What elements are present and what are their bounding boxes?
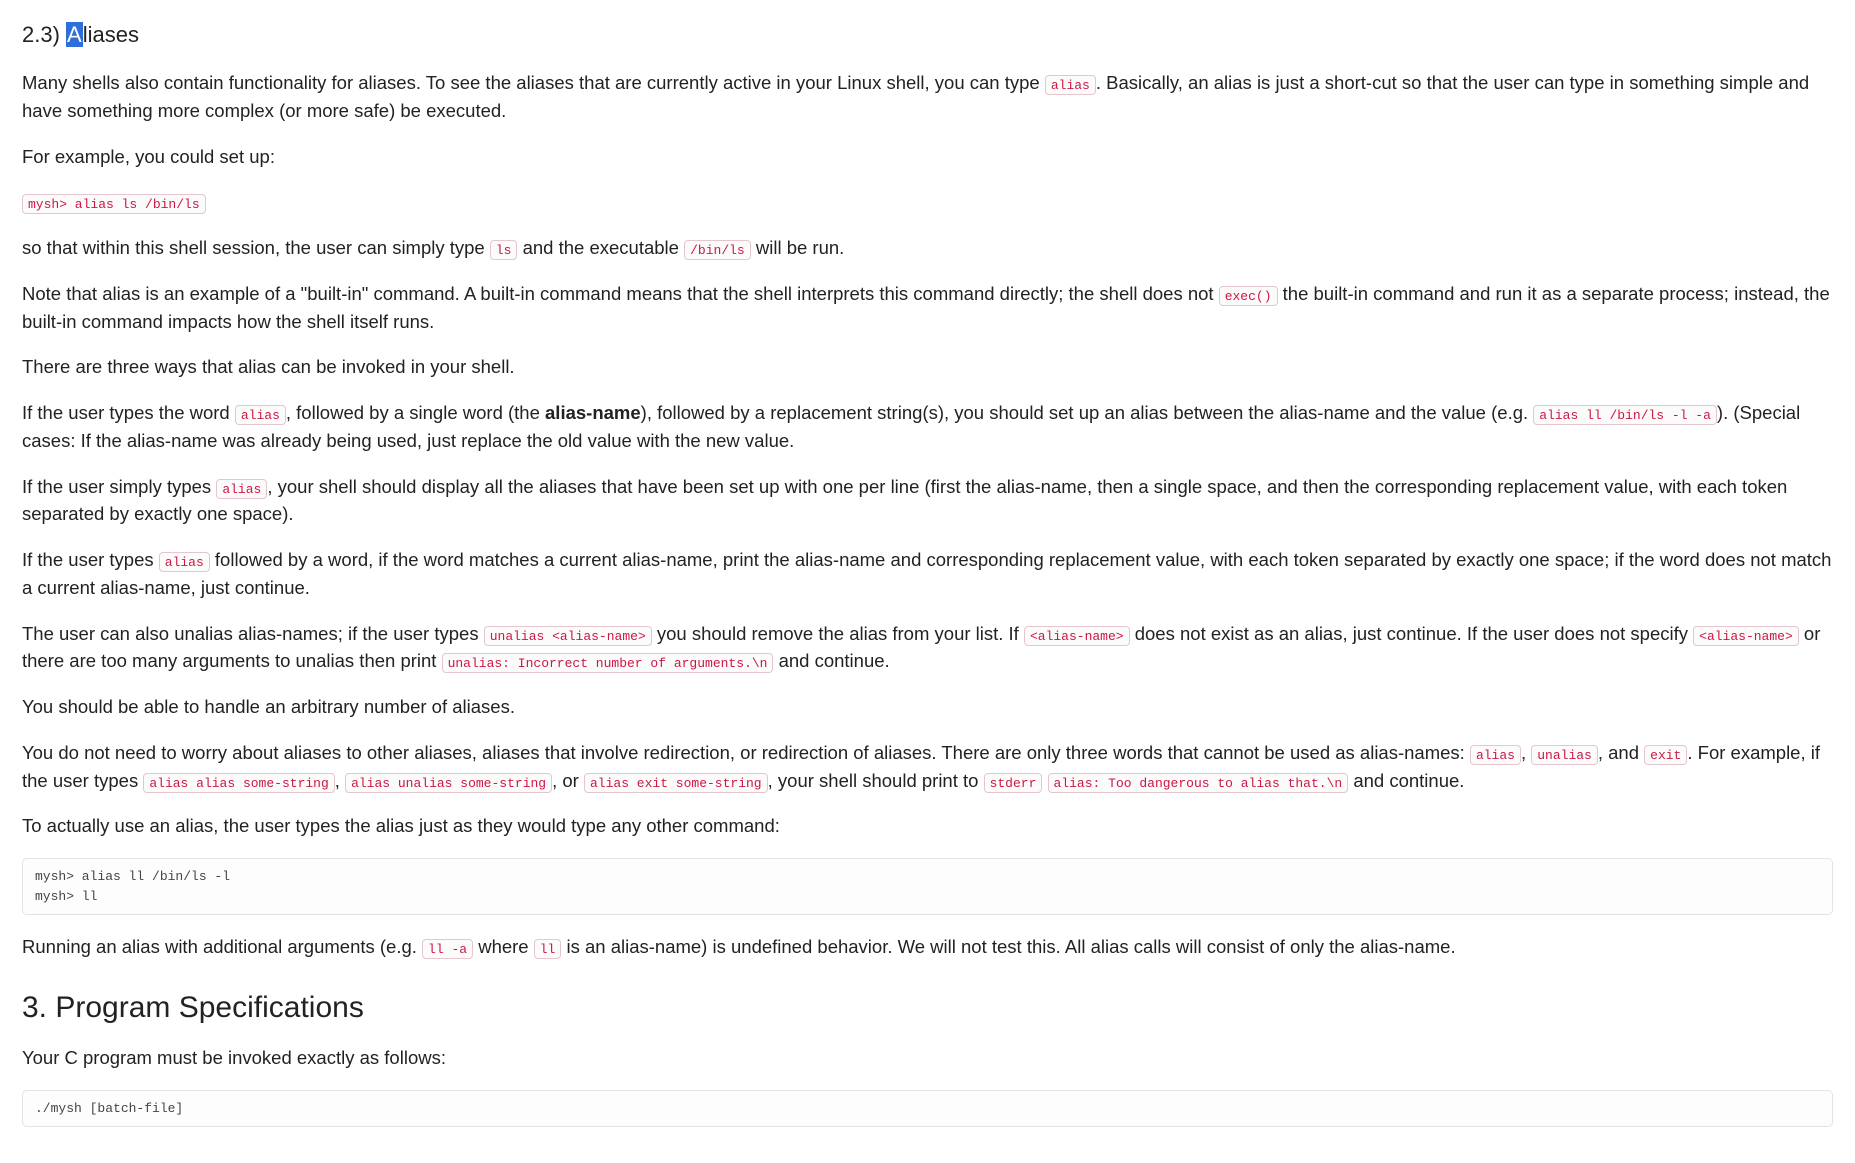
text: followed by a word, if the word matches … [22, 549, 1831, 598]
text: , or [552, 770, 584, 791]
section-letter-highlight: A [66, 22, 83, 47]
text: , [335, 770, 345, 791]
inline-code-binls: /bin/ls [684, 240, 751, 260]
text: , and [1598, 742, 1644, 763]
text [1042, 770, 1047, 791]
paragraph: Your C program must be invoked exactly a… [22, 1044, 1833, 1072]
paragraph: To actually use an alias, the user types… [22, 812, 1833, 840]
text: You do not need to worry about aliases t… [22, 742, 1470, 763]
paragraph: so that within this shell session, the u… [22, 234, 1833, 262]
text: and the executable [517, 237, 684, 258]
paragraph: You do not need to worry about aliases t… [22, 739, 1833, 795]
inline-code-ll: ll [534, 939, 562, 959]
inline-code-example: mysh> alias ls /bin/ls [22, 194, 206, 214]
text: will be run. [751, 237, 845, 258]
inline-code-exit: exit [1644, 745, 1687, 765]
paragraph: If the user simply types alias, your she… [22, 473, 1833, 529]
inline-code-unalias: unalias [1531, 745, 1598, 765]
text: where [473, 936, 534, 957]
text: you should remove the alias from your li… [652, 623, 1024, 644]
inline-code-unalias: unalias <alias-name> [484, 626, 652, 646]
paragraph: Many shells also contain functionality f… [22, 69, 1833, 125]
text: , your shell should display all the alia… [22, 476, 1787, 525]
inline-code-aliasname: <alias-name> [1024, 626, 1130, 646]
paragraph: If the user types the word alias, follow… [22, 399, 1833, 455]
inline-code-alias: alias [216, 479, 267, 499]
text: If the user simply types [22, 476, 216, 497]
paragraph: For example, you could set up: [22, 143, 1833, 171]
inline-code-ls: ls [490, 240, 518, 260]
text: , your shell should print to [768, 770, 984, 791]
strong-aliasname: alias-name [545, 402, 641, 423]
inline-code-ll-a: ll -a [422, 939, 473, 959]
paragraph: Running an alias with additional argumen… [22, 933, 1833, 961]
inline-code-error: unalias: Incorrect number of arguments.\… [442, 653, 774, 673]
text: so that within this shell session, the u… [22, 237, 490, 258]
text: ), followed by a replacement string(s), … [641, 402, 1534, 423]
text: and continue. [1348, 770, 1464, 791]
text: If the user types the word [22, 402, 235, 423]
inline-code-alias: alias [1045, 75, 1096, 95]
inline-code: alias alias some-string [143, 773, 334, 793]
code-block-alias-usage: mysh> alias ll /bin/ls -l mysh> ll [22, 858, 1833, 915]
text: , followed by a single word (the [286, 402, 545, 423]
section-heading-program-spec: 3. Program Specifications [22, 985, 1833, 1030]
paragraph: Note that alias is an example of a "buil… [22, 280, 1833, 336]
inline-code-stderr: stderr [984, 773, 1043, 793]
inline-code-aliasname: <alias-name> [1693, 626, 1799, 646]
text: Many shells also contain functionality f… [22, 72, 1045, 93]
inline-code-alias: alias [1470, 745, 1521, 765]
paragraph: There are three ways that alias can be i… [22, 353, 1833, 381]
inline-code: alias exit some-string [584, 773, 768, 793]
text: and continue. [773, 650, 889, 671]
text: is an alias-name) is undefined behavior.… [561, 936, 1455, 957]
inline-code-error: alias: Too dangerous to alias that.\n [1048, 773, 1349, 793]
text: Note that alias is an example of a "buil… [22, 283, 1219, 304]
paragraph: You should be able to handle an arbitrar… [22, 693, 1833, 721]
code-line: mysh> alias ls /bin/ls [22, 188, 1833, 216]
inline-code-exec: exec() [1219, 286, 1278, 306]
text: The user can also unalias alias-names; i… [22, 623, 484, 644]
paragraph: If the user types alias followed by a wo… [22, 546, 1833, 602]
paragraph: The user can also unalias alias-names; i… [22, 620, 1833, 676]
section-heading-aliases: 2.3) Aliases [22, 18, 1833, 51]
section-number: 2.3) [22, 22, 60, 47]
inline-code-alias-ll: alias ll /bin/ls -l -a [1533, 405, 1717, 425]
text: does not exist as an alias, just continu… [1130, 623, 1694, 644]
inline-code-alias: alias [235, 405, 286, 425]
section-title-rest: liases [83, 22, 139, 47]
text: Running an alias with additional argumen… [22, 936, 422, 957]
text: , [1521, 742, 1531, 763]
code-block-invoke: ./mysh [batch-file] [22, 1090, 1833, 1128]
inline-code: alias unalias some-string [345, 773, 552, 793]
inline-code-alias: alias [159, 552, 210, 572]
text: If the user types [22, 549, 159, 570]
